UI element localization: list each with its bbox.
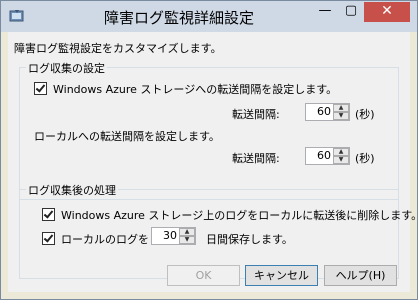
- log-collection-group: ログ収集の設定 Windows Azure ストレージへの転送間隔を設定します。…: [19, 60, 399, 200]
- ok-button[interactable]: OK: [167, 265, 240, 286]
- azure-interval-value[interactable]: 60: [308, 105, 331, 118]
- azure-interval-label: 転送間隔:: [232, 108, 280, 121]
- description-text: 障害ログ監視設定をカスタマイズします。: [14, 42, 222, 55]
- help-button[interactable]: ヘルプ(H): [324, 265, 397, 286]
- spinner-down-icon[interactable]: ▼: [333, 112, 349, 120]
- local-logs-checkbox[interactable]: ローカルのログを: [42, 231, 149, 247]
- azure-transfer-checkbox[interactable]: Windows Azure ストレージへの転送間隔を設定します。: [34, 81, 337, 97]
- maximize-button[interactable]: ▢: [338, 2, 364, 22]
- settings-dialog: 障害ログ監視詳細設定 — ▢ ✕ 障害ログ監視設定をカスタマイズします。 ログ収…: [0, 0, 418, 300]
- spinner-up-icon[interactable]: ▲: [333, 148, 349, 156]
- local-logs-label: ローカルのログを: [61, 233, 149, 246]
- cancel-button[interactable]: キャンセル: [245, 265, 318, 286]
- azure-interval-spinner[interactable]: 60 ▲ ▼: [305, 103, 350, 121]
- minimize-button[interactable]: —: [312, 2, 338, 22]
- group-label-post-collection: ログ収集後の処理: [26, 182, 118, 198]
- local-interval-label: 転送間隔:: [232, 152, 280, 165]
- azure-interval-unit: (秒): [355, 108, 375, 121]
- retention-days-spinner[interactable]: 30 ▲ ▼: [151, 227, 196, 245]
- title-bar[interactable]: 障害ログ監視詳細設定 — ▢ ✕: [1, 1, 417, 32]
- local-transfer-label: ローカルへの転送間隔を設定します。: [34, 130, 220, 143]
- delete-after-transfer-check-icon[interactable]: [42, 208, 55, 221]
- delete-after-transfer-label: Windows Azure ストレージ上のログをローカルに転送後に削除します。: [61, 209, 418, 222]
- spinner-up-icon[interactable]: ▲: [333, 104, 349, 112]
- retention-days-value[interactable]: 30: [154, 229, 177, 242]
- local-interval-value[interactable]: 60: [308, 149, 331, 162]
- local-logs-check-icon[interactable]: [42, 232, 55, 245]
- azure-transfer-label: Windows Azure ストレージへの転送間隔を設定します。: [53, 83, 338, 96]
- spinner-down-icon[interactable]: ▼: [179, 236, 195, 244]
- azure-transfer-check-icon[interactable]: [34, 82, 47, 95]
- delete-after-transfer-checkbox[interactable]: Windows Azure ストレージ上のログをローカルに転送後に削除します。: [42, 207, 418, 223]
- spinner-up-icon[interactable]: ▲: [179, 228, 195, 236]
- close-button[interactable]: ✕: [364, 2, 410, 22]
- spinner-down-icon[interactable]: ▼: [333, 156, 349, 164]
- dialog-body: 障害ログ監視設定をカスタマイズします。 ログ収集の設定 Windows Azur…: [8, 32, 418, 292]
- app-icon: [9, 8, 25, 24]
- window-title: 障害ログ監視詳細設定: [103, 9, 254, 27]
- retention-days-suffix: 日間保存します。: [206, 233, 293, 246]
- local-interval-unit: (秒): [355, 152, 375, 165]
- group-label-collection: ログ収集の設定: [26, 60, 107, 76]
- local-interval-spinner[interactable]: 60 ▲ ▼: [305, 147, 350, 165]
